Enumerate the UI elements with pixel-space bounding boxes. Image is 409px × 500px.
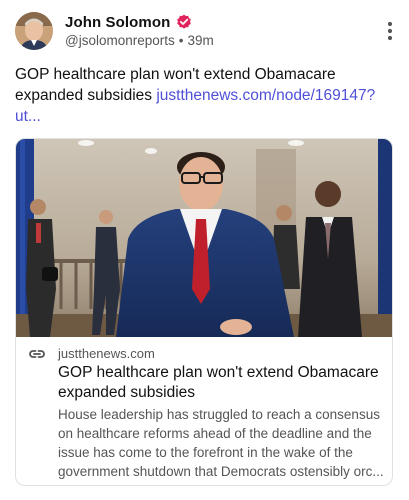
card-image[interactable] bbox=[16, 139, 392, 337]
post: John Solomon @jsolomonreports • 39m GOP he… bbox=[0, 0, 409, 500]
post-body: GOP healthcare plan won't extend Obamaca… bbox=[15, 64, 395, 127]
post-header: John Solomon @jsolomonreports • 39m bbox=[15, 12, 394, 52]
verified-badge-icon bbox=[176, 14, 192, 30]
avatar[interactable] bbox=[15, 12, 53, 50]
card-description: House leadership has struggled to reach … bbox=[58, 407, 384, 479]
card-title[interactable]: GOP healthcare plan won't extend Obamaca… bbox=[58, 363, 383, 403]
author-handle[interactable]: @jsolomonreports bbox=[65, 33, 175, 48]
meta-separator: • bbox=[178, 33, 184, 48]
avatar-photo bbox=[15, 12, 53, 50]
card-body: justthenews.com GOP healthcare plan won'… bbox=[16, 337, 392, 485]
link-preview-card[interactable]: justthenews.com GOP healthcare plan won'… bbox=[15, 138, 393, 486]
link-icon bbox=[28, 347, 46, 361]
card-domain: justthenews.com bbox=[58, 346, 155, 361]
post-time[interactable]: 39m bbox=[187, 33, 213, 48]
more-vertical-icon[interactable] bbox=[386, 21, 394, 41]
author-name[interactable]: John Solomon bbox=[65, 14, 170, 31]
post-meta: @jsolomonreports • 39m bbox=[65, 33, 214, 48]
author-line: John Solomon bbox=[65, 12, 192, 32]
